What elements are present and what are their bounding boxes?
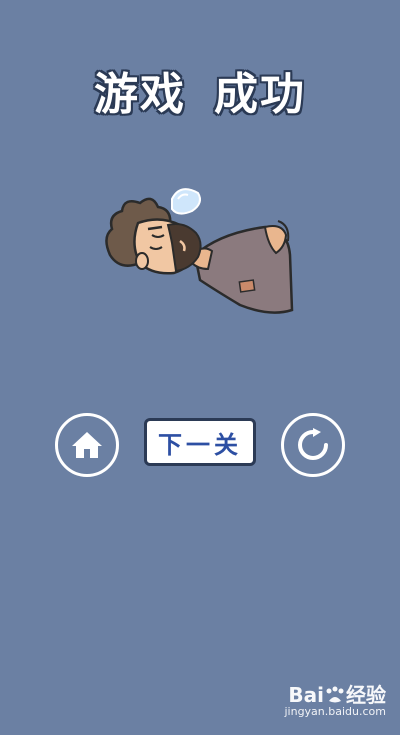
action-controls: 下一关 [0, 410, 400, 480]
baidu-jingyan-watermark: Bai 经验 jingyan.baidu.com [266, 679, 386, 723]
watermark-prefix: Bai [288, 683, 324, 707]
watermark-suffix: 经验 [346, 683, 386, 707]
refresh-icon [298, 428, 328, 460]
success-title: 游戏 成功 [0, 58, 400, 122]
title-part-game: 游戏 [94, 69, 186, 120]
watermark-url: jingyan.baidu.com [284, 705, 386, 718]
title-part-success: 成功 [214, 69, 306, 120]
next-level-button[interactable]: 下一关 [144, 418, 256, 466]
paw-icon [326, 686, 344, 703]
retry-button[interactable] [281, 413, 345, 477]
home-icon [72, 432, 102, 458]
home-button[interactable] [55, 413, 119, 477]
sleeping-man-illustration [105, 188, 294, 314]
next-level-label: 下一关 [158, 430, 242, 459]
watermark-main-text: Bai 经验 [288, 679, 386, 708]
game-success-screen: 游戏 成功 下一关 Bai 经验 jingyan.baidu.com [0, 0, 400, 735]
